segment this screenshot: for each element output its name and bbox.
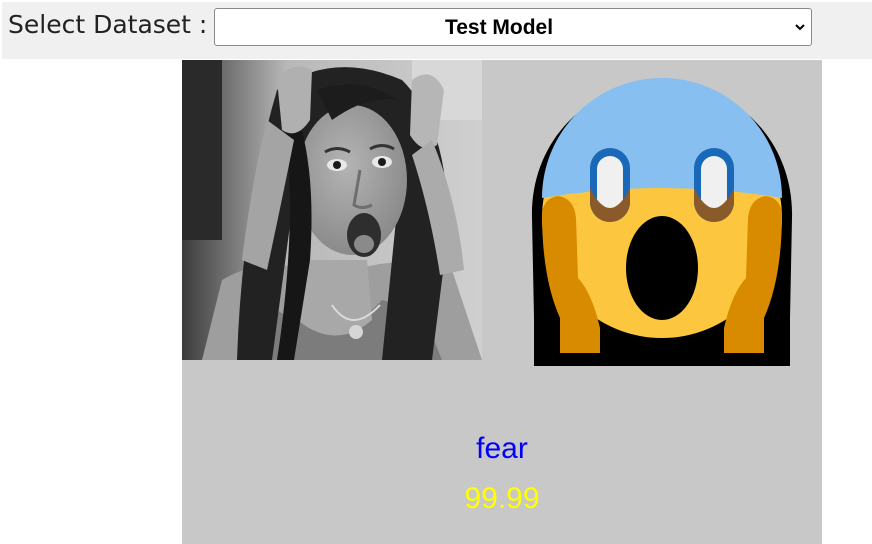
chevron-down-icon [795,24,805,31]
predicted-emotion-label: fear [476,432,528,465]
input-face-photo [182,60,482,360]
dataset-select-value: Test Model [444,16,554,39]
dataset-select[interactable]: Test Model [214,8,812,46]
confidence-score: 99.99 [464,482,540,515]
prediction-panel: fear 99.99 [182,60,822,544]
select-dataset-label: Select Dataset : [8,10,208,39]
fearful-screaming-face-icon [531,78,793,366]
dataset-toolbar: Select Dataset : Test Model [2,2,872,59]
